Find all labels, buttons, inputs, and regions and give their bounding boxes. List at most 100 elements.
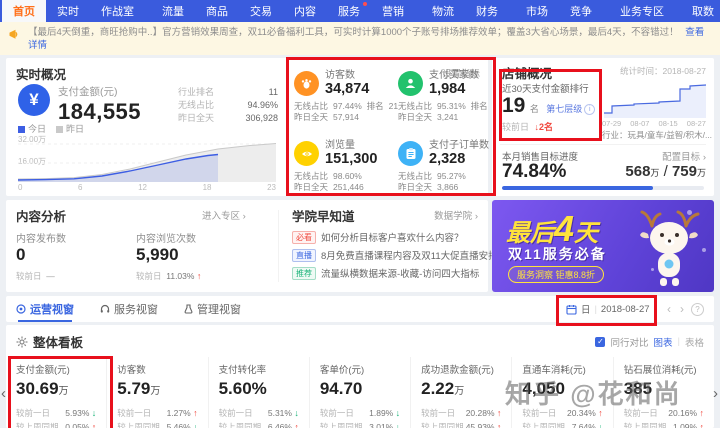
industry-text: 行业：玩具/童车/益智/积木/... — [602, 130, 713, 140]
operations-icon — [16, 304, 26, 314]
kanban-title: 整体看板 — [33, 336, 84, 350]
nav-item-marketing[interactable]: 营销 — [371, 0, 415, 22]
date-value: 2018-08-27 — [600, 303, 650, 315]
kanban-col-pay-amount: 支付金额(元) 30.69万 较前一日5.93% 较上周同期0.05% — [6, 357, 106, 428]
content-analysis-card: 内容分析 进入专区 › 内容发布数 0 较前日 — 内容浏览次数 5,990 较… — [6, 200, 498, 292]
pay-amount-label: 支付金额(元) — [58, 86, 118, 98]
rank-value: 19 — [502, 94, 526, 117]
date-mode: 日 — [580, 305, 591, 316]
wireless-ratio-value: 94.96% — [247, 100, 278, 110]
content-publish-value: 0 — [16, 245, 26, 264]
carousel-next-icon[interactable]: › — [713, 385, 718, 402]
academy-item[interactable]: 推荐 流量纵横数据来源-收藏-访问四大指标 — [292, 266, 498, 284]
wireless-ratio-label: 无线占比 — [178, 100, 215, 110]
nav-item-traffic[interactable]: 流量 — [151, 0, 195, 22]
divider — [500, 144, 706, 145]
promo-banner[interactable]: 最后4天 双11服务必备 服务洞察 钜惠8.8折 — [492, 200, 714, 292]
metric-visitors: 访客数 34,874 无线占比 97.44% 排名 21 昨日全天 57,914 — [294, 70, 399, 122]
tag-recommend: 推荐 — [292, 267, 316, 280]
nav-item-service[interactable]: 服务 — [327, 0, 371, 22]
management-icon — [184, 304, 193, 314]
nav-item-logistics[interactable]: 物流 — [421, 0, 465, 22]
nav-item-trade[interactable]: 交易 — [239, 0, 283, 22]
realtime-title: 实时概况 — [16, 68, 67, 82]
nav-item-content[interactable]: 内容 — [283, 0, 327, 22]
academy-item[interactable]: 直播 8月免费直播课程内容及双11大促直播安排 — [292, 248, 498, 266]
rank-title: 近30天支付金额排行 — [502, 84, 589, 95]
content-views-value: 5,990 — [136, 245, 179, 264]
visitor-icon — [294, 71, 319, 96]
today-legend-swatch — [18, 126, 25, 133]
yesterday-total-value: 306,928 — [245, 113, 278, 123]
rank-chart-x-axis: 07-29 08-07 08-15 08-27 — [602, 119, 706, 128]
nav-item-market[interactable]: 市场 — [515, 0, 559, 22]
next-date-icon[interactable]: › — [678, 302, 686, 316]
view-chart-toggle[interactable]: 图表 — [654, 335, 673, 349]
nav-item-home[interactable]: 首页 — [2, 0, 46, 22]
view-table-toggle[interactable]: 表格 — [685, 335, 704, 349]
set-goal-link[interactable]: 配置目标 › — [662, 149, 706, 163]
realtime-area-chart — [18, 143, 276, 182]
content-views-label: 内容浏览次数 — [136, 234, 196, 245]
promo-badge: 服务洞察 钜惠8.8折 — [508, 266, 605, 283]
kanban-col-visitors: 访客数 5.79万 较前一日1.27% 较上周同期5.46% — [106, 357, 207, 428]
nav-item-realtime[interactable]: 实时 — [46, 0, 90, 22]
nav-item-data[interactable]: 取数 — [681, 0, 720, 22]
goal-percent: 74.84% — [502, 161, 567, 182]
nav-item-warroom[interactable]: 作战室 — [90, 0, 145, 22]
tab-operations[interactable]: 运营视窗 — [16, 296, 74, 322]
order-icon — [398, 141, 423, 166]
nav-item-goods[interactable]: 商品 — [195, 0, 239, 22]
rank-trend-chart — [604, 84, 706, 118]
promo-subtitle: 双11服务必备 — [508, 246, 607, 262]
kanban-metrics-row: 支付金额(元) 30.69万 较前一日5.93% 较上周同期0.05% 访客数 … — [6, 357, 714, 428]
calendar-icon — [566, 304, 577, 315]
academy-item[interactable]: 必看 如何分析目标客户喜欢什么内容？ — [292, 230, 498, 248]
date-picker[interactable]: 日 | 2018-08-27 | — [562, 301, 660, 317]
tab-service[interactable]: 服务视窗 — [100, 296, 158, 322]
deer-mascot — [640, 210, 700, 286]
enter-zone-link[interactable]: 进入专区 › — [202, 208, 246, 222]
buyer-icon — [398, 71, 423, 96]
nav-item-competition[interactable]: 竞争 — [559, 0, 603, 22]
yesterday-legend-swatch — [56, 126, 64, 133]
megaphone-icon — [9, 29, 22, 40]
tab-management[interactable]: 管理视窗 — [184, 296, 241, 322]
metric-suborders: 支付子订单数 2,328 无线占比 95.27% 昨日全天 3,866 — [398, 140, 489, 192]
top-nav: 首页 实时 作战室 流量 商品 交易 内容 服务 营销 物流 财务 市场 竞争 … — [0, 0, 720, 22]
realtime-overview-card: 实时概况 设置指标 ¥ 支付金额(元) 184,555 行业排名 11 无线占比 9… — [6, 58, 502, 196]
metric-buyers: 支付买家数1,984 无线占比95.31% 排名20 昨日全天3,241 — [398, 70, 502, 122]
kanban-col-refund: 成功退款金额(元) 2.22万 较前一日20.28% 较上周同期45.93% — [410, 357, 511, 428]
industry-rank-value: 11 — [268, 87, 278, 97]
metric-pageviews: 浏览量 151,300 无线占比 98.60% 昨日全天 251,446 — [294, 140, 378, 192]
x-axis-ticks: 0 6 12 18 23 — [18, 183, 276, 192]
compare-checkbox[interactable]: ✓ — [595, 336, 606, 347]
eye-icon — [294, 141, 319, 166]
kanban-col-zhitongche: 直通车消耗(元) 4,050 较前一日20.34% 较上周同期7.64% — [511, 357, 612, 428]
academy-link[interactable]: 数据学院 › — [434, 208, 478, 222]
kanban-col-diamond: 钻石展位消耗(元) 385 较前一日20.16% 较上周同期1.09% — [612, 357, 714, 428]
nav-item-finance[interactable]: 财务 — [465, 0, 509, 22]
legend-yesterday: 昨日 — [66, 124, 85, 134]
compare-label: 同行对比 — [610, 337, 649, 349]
legend-today: 今日 — [28, 124, 47, 134]
tag-must-read: 必看 — [292, 231, 316, 244]
kanban-col-avg-order: 客单价(元) 94.70 较前一日1.89% 较上周同期3.01% — [308, 357, 410, 428]
shop-overview-card: 店铺概况 统计时间：2018-08-27 近30天支付金额排行 19 名 第七层… — [492, 58, 714, 196]
prev-date-icon[interactable]: ‹ — [665, 302, 673, 316]
nav-item-bizzone[interactable]: 业务专区 — [609, 0, 675, 22]
rank-level: 第七层级 — [546, 104, 583, 114]
yuan-icon: ¥ — [18, 84, 50, 116]
content-title: 内容分析 — [16, 210, 67, 224]
date-controls: 日 | 2018-08-27 | ‹ › ? — [562, 301, 704, 317]
info-icon[interactable]: i — [584, 104, 596, 115]
rank-delta-label: 较前日 — [502, 122, 530, 132]
industry-rank-label: 行业排名 — [178, 87, 215, 97]
goal-progress-values: 568万 / 759万 — [625, 163, 706, 180]
content-publish-label: 内容发布数 — [16, 234, 66, 245]
notice-bar: 【最后4天倒重，商旺抢购中..】官方营销效果周查，双11必备福利工具，可实时计算… — [0, 22, 720, 55]
help-icon[interactable]: ? — [691, 302, 704, 316]
overall-kanban-card: 整体看板 ✓ 同行对比 图表 | 表格 支付金额(元) 30.69万 较前一日 5… — [6, 325, 714, 428]
tag-live: 直播 — [292, 249, 316, 262]
carousel-prev-icon[interactable]: ‹ — [1, 385, 6, 402]
